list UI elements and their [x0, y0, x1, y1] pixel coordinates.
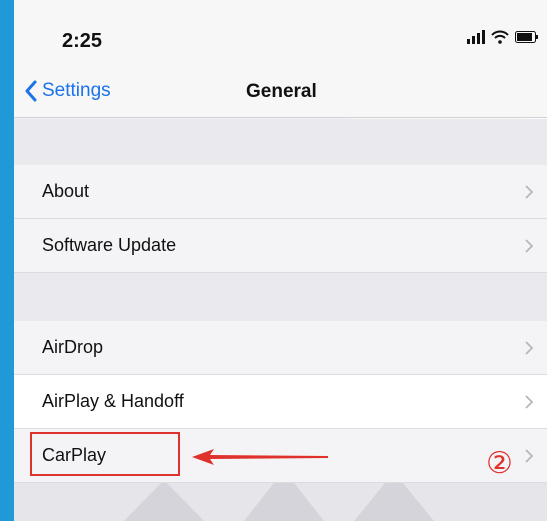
battery-icon: [515, 31, 538, 43]
wifi-icon: [491, 30, 509, 44]
step-number-badge: ②: [486, 446, 513, 481]
back-chevron-icon: [25, 80, 37, 102]
list-item-airplay-handoff[interactable]: AirPlay & Handoff: [14, 375, 547, 429]
status-icons: [467, 30, 539, 44]
back-label: Settings: [42, 80, 111, 101]
list-item-software-update[interactable]: Software Update: [14, 219, 547, 273]
status-time: 2:25: [62, 30, 103, 52]
chevron-right-icon: [525, 395, 533, 409]
signal-icon: [467, 30, 485, 44]
status-bar: 2:25: [14, 0, 547, 72]
chevron-right-icon: [525, 341, 533, 355]
annotation-arrow-icon: [192, 449, 328, 465]
list-item-label: About: [42, 181, 90, 201]
group-separator: [14, 119, 547, 165]
list-item-about[interactable]: About: [14, 165, 547, 219]
list-item-label: AirDrop: [42, 337, 104, 357]
screenshot-frame: 2:25 Settings General About Software Upd…: [0, 0, 547, 521]
phone-screen: 2:25 Settings General About Software Upd…: [14, 0, 547, 521]
list-item-label: Software Update: [42, 235, 177, 255]
chevron-right-icon: [525, 185, 533, 199]
list-item-label: AirPlay & Handoff: [42, 391, 184, 411]
group-separator: [14, 273, 547, 321]
navigation-bar: Settings General: [14, 72, 547, 118]
chevron-right-icon: [525, 449, 533, 463]
carplay-highlight-box: [30, 432, 180, 476]
list-item-airdrop[interactable]: AirDrop: [14, 321, 547, 375]
chevron-right-icon: [525, 239, 533, 253]
back-button[interactable]: Settings: [24, 80, 111, 102]
page-title: General: [246, 81, 317, 102]
